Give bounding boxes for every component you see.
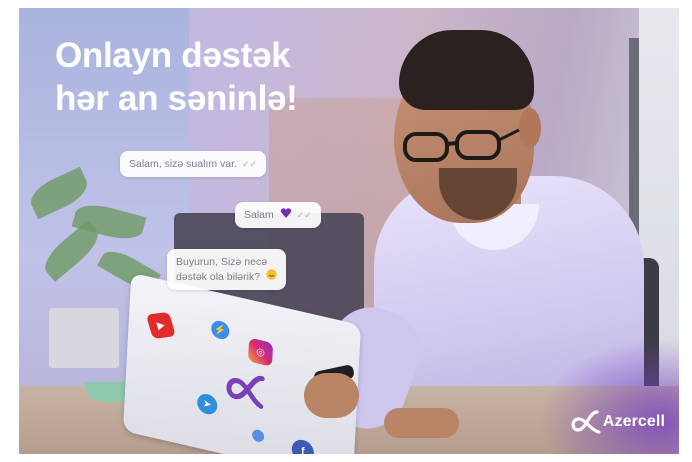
chat-bubble-2: Salam ✓✓ (235, 202, 321, 228)
chat-bubble-text: Salam, sizə sualım var. (129, 158, 237, 170)
small-badge-icon (251, 428, 265, 444)
chat-bubble-1: Salam, sizə sualım var. ✓✓ (120, 151, 267, 177)
person-ear (519, 108, 541, 148)
double-check-icon: ✓✓ (241, 159, 258, 169)
azercell-logo: Azercell (569, 410, 665, 434)
telegram-icon: ➤ (196, 391, 218, 417)
brand-glow (539, 338, 679, 454)
chat-bubble-line-1: Buyurun, Sizə necə (176, 256, 268, 268)
chat-bubble-text: Salam (244, 209, 274, 221)
person-hair (399, 30, 534, 110)
headline: Onlayn dəstək hər an səninlə! (55, 34, 298, 120)
youtube-icon: ▶ (145, 311, 176, 339)
chat-bubble-line-2: dəstək ola bilərik? (176, 271, 261, 283)
alpha-icon (226, 376, 265, 409)
brand-name: Azercell (602, 413, 665, 430)
person-hand (304, 373, 359, 418)
purple-heart-emoji (280, 208, 291, 218)
person-hand (384, 408, 459, 438)
plant-pot (49, 308, 119, 368)
facebook-icon: f (291, 437, 315, 454)
double-check-icon: ✓✓ (296, 210, 312, 220)
chat-bubble-3: Buyurun, Sizə necə dəstək ola bilərik? (167, 249, 286, 290)
headline-line-1: Onlayn dəstək (55, 36, 291, 75)
messenger-icon: ⚡ (210, 319, 230, 341)
azercell-alpha-logo-icon (571, 410, 601, 434)
smile-emoji (266, 269, 277, 280)
glasses-icon (403, 128, 520, 162)
headline-line-2: hər an səninlə! (55, 79, 298, 118)
advertisement-banner: ▶ ⚡ ◎ ➤ f Onlayn dəstək hər an səninlə! … (19, 8, 679, 454)
instagram-icon: ◎ (247, 337, 274, 367)
